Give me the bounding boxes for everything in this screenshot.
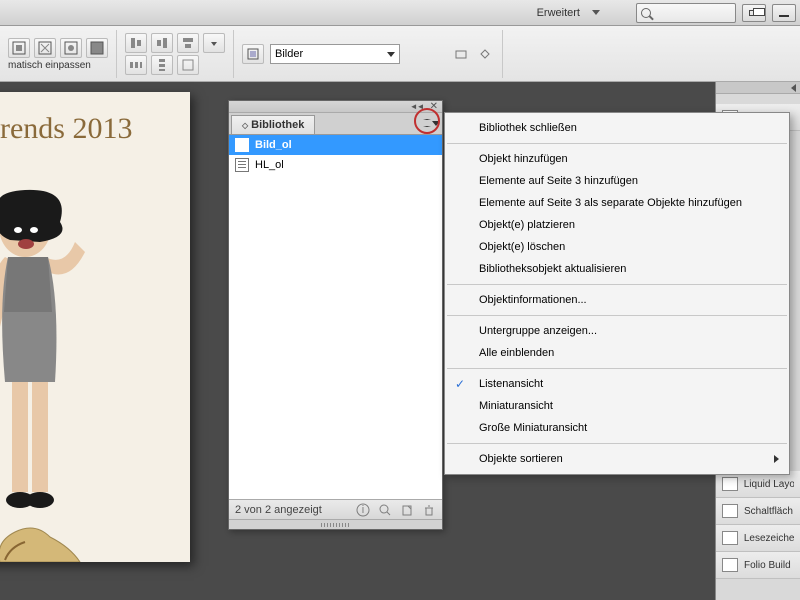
panel-resize-handle[interactable] [229,519,442,529]
workspace-dropdown-icon[interactable] [592,10,600,15]
panel-label: Liquid Layo [744,479,794,490]
fit-frame-button[interactable] [34,38,56,58]
menu-lines-icon [423,119,431,127]
new-item-icon[interactable] [400,503,414,517]
window-minimize-button[interactable] [772,4,796,22]
sort-icon: ◇ [242,121,248,130]
distribute-button-3[interactable] [177,55,199,75]
menu-item[interactable]: Listenansicht✓ [445,373,789,395]
model-image [0,182,130,512]
panel-label: Folio Build [744,560,791,571]
svg-text:i: i [362,504,364,516]
library-status-text: 2 von 2 angezeigt [235,504,322,516]
menu-item[interactable]: Elemente auf Seite 3 hinzufügen [445,170,789,192]
grip-icon [321,523,351,527]
close-icon[interactable]: ✕ [430,101,438,112]
info-icon[interactable]: i [356,503,370,517]
page-item-icon [235,158,249,172]
tab-label: Bibliothek [251,119,304,131]
workspace-switcher-label[interactable]: Erweitert [531,7,586,19]
buttons-icon [722,504,738,518]
find-icon[interactable] [378,503,392,517]
menu-separator [447,284,787,285]
menu-separator [447,143,787,144]
panel-item-liquid[interactable]: Liquid Layo [716,471,800,498]
library-item-label: HL_ol [255,159,284,171]
menu-item[interactable]: Objekt hinzufügen [445,148,789,170]
menu-item[interactable]: Bibliothek schließen [445,117,789,139]
align-button-2[interactable] [151,33,173,53]
panel-item-folio[interactable]: Folio Build [716,552,800,579]
menu-item[interactable]: Objekte sortieren [445,448,789,470]
object-style-group: Bilder [234,30,503,78]
distribute-button-2[interactable] [151,55,173,75]
panel-item-bookmarks[interactable]: Lesezeiche [716,525,800,552]
fill-frame-button[interactable] [86,38,108,58]
object-style-combo[interactable]: Bilder [270,44,400,64]
submenu-arrow-icon [774,455,779,463]
menu-item[interactable]: Objekt(e) löschen [445,236,789,258]
object-style-value: Bilder [275,48,303,60]
menu-item[interactable]: Objektinformationen... [445,289,789,311]
folio-icon [722,558,738,572]
menu-separator [447,443,787,444]
menu-item[interactable]: Alle einblenden [445,342,789,364]
menu-item[interactable]: Große Miniaturansicht [445,417,789,439]
shoe-image [0,512,90,562]
chevron-left-icon [791,84,796,92]
panel-tab-row: ◇ Bibliothek [229,113,442,135]
align-button-1[interactable] [125,33,147,53]
search-icon [641,8,651,18]
bookmarks-icon [722,531,738,545]
align-button-3[interactable] [177,33,199,53]
panel-item-buttons[interactable]: Schaltfläch [716,498,800,525]
library-item-label: Bild_ol [255,139,292,151]
tab-bibliothek[interactable]: ◇ Bibliothek [231,115,315,134]
restore-icon [749,10,759,16]
window-restore-button[interactable] [742,4,766,22]
frame-fitting-group: matisch einpassen [0,30,117,78]
menu-separator [447,315,787,316]
check-icon: ✓ [455,377,465,391]
panel-collapse-button[interactable] [716,82,800,94]
align-dropdown-button[interactable] [203,33,225,53]
app-topbar: Erweitert [0,0,800,26]
minimize-icon [779,15,789,17]
misc-icon-1[interactable] [452,46,470,62]
dropdown-arrow-icon [387,52,395,57]
library-item[interactable]: Bild_ol [229,135,442,155]
page: rends 2013 [0,92,190,562]
menu-separator [447,368,787,369]
object-style-icon-button[interactable] [242,44,264,64]
liquid-layout-icon [722,477,738,491]
panel-flyout-menu: Bibliothek schließenObjekt hinzufügenEle… [444,112,790,475]
panel-flyout-button[interactable] [422,115,440,131]
bibliothek-panel: ◄◄ ✕ ◇ Bibliothek Bild_ol HL_ol 2 von 2 … [228,100,443,530]
library-item[interactable]: HL_ol [229,155,442,175]
auto-fit-label: matisch einpassen [8,60,108,71]
align-group [117,30,234,78]
delete-icon[interactable] [422,503,436,517]
distribute-button-1[interactable] [125,55,147,75]
document-canvas[interactable]: rends 2013 [0,82,200,600]
center-content-button[interactable] [60,38,82,58]
library-status-bar: 2 von 2 angezeigt i [229,499,442,519]
menu-arrow-icon [432,121,440,126]
collapse-icon[interactable]: ◄◄ [410,102,424,111]
menu-item[interactable]: Miniaturansicht [445,395,789,417]
page-heading: rends 2013 [0,92,190,156]
panel-titlebar[interactable]: ◄◄ ✕ [229,101,442,113]
menu-item[interactable]: Bibliotheksobjekt aktualisieren [445,258,789,280]
search-input[interactable] [636,3,736,23]
fit-content-button[interactable] [8,38,30,58]
page-item-icon [235,138,249,152]
control-toolbar: matisch einpassen Bilder [0,26,800,82]
misc-icon-2[interactable] [476,46,494,62]
library-item-list[interactable]: Bild_ol HL_ol [229,135,442,507]
menu-item[interactable]: Objekt(e) platzieren [445,214,789,236]
menu-item[interactable]: Elemente auf Seite 3 als separate Objekt… [445,192,789,214]
menu-item[interactable]: Untergruppe anzeigen... [445,320,789,342]
panel-label: Lesezeiche [744,533,794,544]
panel-label: Schaltfläch [744,506,793,517]
